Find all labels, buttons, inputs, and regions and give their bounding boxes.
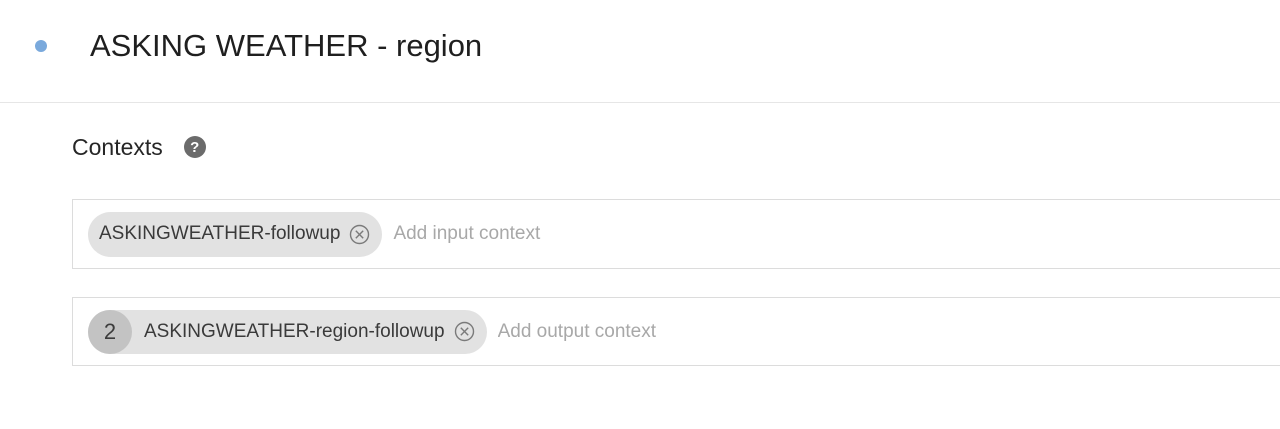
close-circle-icon[interactable] xyxy=(454,321,475,342)
input-context-chip[interactable]: ASKINGWEATHER-followup xyxy=(88,211,383,257)
lifespan-badge[interactable]: 2 xyxy=(88,309,132,354)
intent-title[interactable]: ASKING WEATHER - region xyxy=(90,27,482,65)
chip-label: ASKINGWEATHER-region-followup xyxy=(144,320,445,342)
output-context-input[interactable] xyxy=(497,316,998,347)
input-context-input[interactable] xyxy=(393,219,894,249)
contexts-heading: Contexts ? xyxy=(72,134,206,160)
contexts-title: Contexts xyxy=(72,134,163,160)
chip-label: ASKINGWEATHER-followup xyxy=(99,223,341,244)
contexts-section: Contexts ? ASKINGWEATHER-followup 2 ASKI… xyxy=(0,103,1280,429)
status-dot-icon xyxy=(35,40,47,52)
intent-header: ASKING WEATHER - region xyxy=(0,0,1280,103)
close-circle-icon[interactable] xyxy=(349,224,370,245)
output-context-field[interactable]: 2 ASKINGWEATHER-region-followup xyxy=(72,297,1280,366)
input-context-field[interactable]: ASKINGWEATHER-followup xyxy=(72,199,1280,269)
help-icon[interactable]: ? xyxy=(183,136,206,158)
output-context-chip[interactable]: 2 ASKINGWEATHER-region-followup xyxy=(88,309,487,354)
